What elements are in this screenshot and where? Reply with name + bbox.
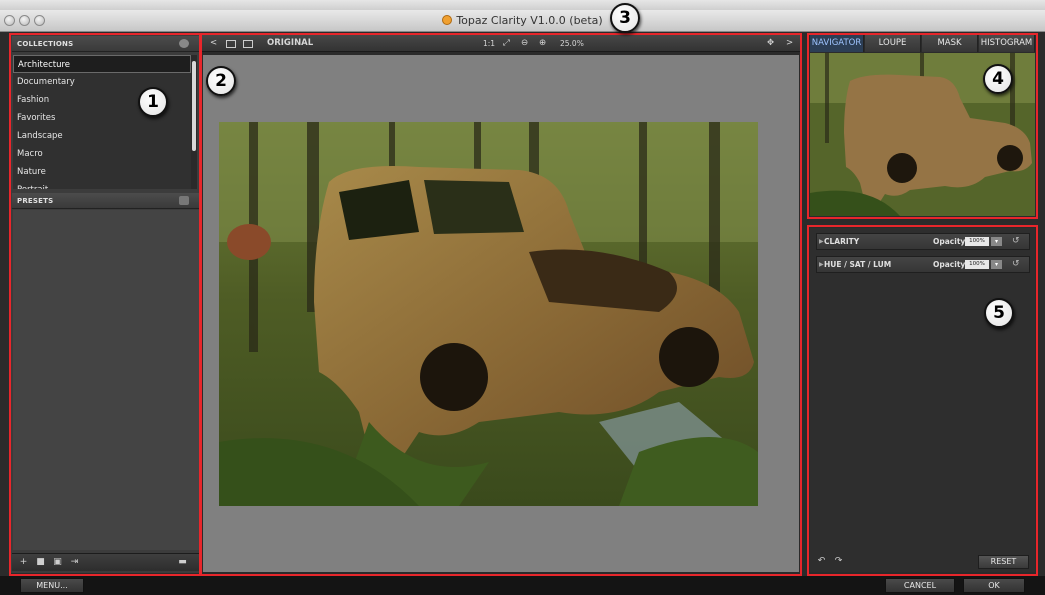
- reset-adjustment-icon[interactable]: ↺: [1012, 234, 1020, 249]
- presets-list: [13, 210, 199, 550]
- single-view-icon[interactable]: [226, 40, 236, 48]
- import-icon[interactable]: ▣: [53, 558, 62, 567]
- fit-screen-icon[interactable]: ⤢: [503, 38, 510, 49]
- opacity-label: Opacity:: [933, 237, 969, 246]
- folder-icon[interactable]: ▬: [178, 558, 187, 567]
- adjustment-label: CLARITY: [824, 237, 860, 246]
- opacity-input[interactable]: 100%: [965, 237, 989, 246]
- collection-item[interactable]: Architecture: [13, 55, 191, 73]
- expand-arrow-icon[interactable]: ▶: [819, 257, 824, 272]
- collection-item[interactable]: Nature: [13, 163, 191, 181]
- footer-bar: MENU... CANCEL OK: [0, 576, 1045, 595]
- system-menubar: [0, 0, 1045, 10]
- forward-icon[interactable]: >: [786, 38, 793, 49]
- presets-header: PRESETS: [12, 193, 199, 209]
- expand-arrow-icon[interactable]: ▶: [819, 234, 824, 249]
- collection-item[interactable]: Documentary: [13, 73, 191, 91]
- zoom-in-icon[interactable]: ⊕: [539, 38, 546, 49]
- preview-image[interactable]: [219, 122, 758, 506]
- view-toolbar: < ORIGINAL 1:1 ⤢ ⊖ ⊕ 25.0% ✥ >: [201, 35, 800, 52]
- export-icon[interactable]: ⇥: [70, 558, 79, 567]
- reset-adjustment-icon[interactable]: ↺: [1012, 257, 1020, 272]
- collections-header: COLLECTIONS: [12, 36, 199, 52]
- reset-button[interactable]: RESET: [978, 555, 1029, 569]
- collections-list: Architecture Documentary Fashion Favorites L…: [13, 55, 191, 189]
- tab-histogram[interactable]: HISTOGRAM: [979, 35, 1035, 52]
- collection-item[interactable]: Portrait: [13, 181, 191, 189]
- undo-icon[interactable]: ↶: [817, 557, 826, 566]
- ok-button[interactable]: OK: [963, 578, 1025, 593]
- navigator-tabs: NAVIGATOR LOUPE MASK HISTOGRAM: [810, 35, 1035, 52]
- original-toggle[interactable]: ORIGINAL: [267, 38, 313, 49]
- callout-4: 4: [983, 64, 1013, 94]
- car-photo-graphic: [219, 122, 758, 506]
- collections-scrollbar[interactable]: [191, 55, 197, 189]
- window-title: Topaz Clarity V1.0.0 (beta): [0, 14, 1045, 27]
- topaz-logo-icon: [442, 15, 453, 25]
- back-icon[interactable]: <: [210, 38, 217, 49]
- zoom-out-icon[interactable]: ⊖: [521, 38, 528, 49]
- trash-icon[interactable]: ■: [36, 558, 45, 567]
- menu-button[interactable]: MENU...: [20, 578, 84, 593]
- scrollbar-thumb[interactable]: [192, 61, 196, 151]
- adjustment-row[interactable]: ▶ HUE / SAT / LUM Opacity: 100% ▾ ↺: [816, 256, 1030, 273]
- callout-1: 1: [138, 87, 168, 117]
- opacity-dropdown-icon[interactable]: ▾: [991, 237, 1002, 246]
- tab-navigator[interactable]: NAVIGATOR: [810, 35, 864, 52]
- collection-item[interactable]: Macro: [13, 145, 191, 163]
- split-view-icon[interactable]: [243, 40, 253, 48]
- tab-mask[interactable]: MASK: [922, 35, 978, 52]
- pan-icon[interactable]: ✥: [767, 38, 774, 49]
- collection-item[interactable]: Landscape: [13, 127, 191, 145]
- opacity-input[interactable]: 100%: [965, 260, 989, 269]
- adjustment-row[interactable]: ▶ CLARITY Opacity: 100% ▾ ↺: [816, 233, 1030, 250]
- zoom-level[interactable]: 25.0%: [560, 38, 584, 49]
- presets-menu-icon[interactable]: [179, 196, 189, 205]
- tab-loupe[interactable]: LOUPE: [865, 35, 921, 52]
- opacity-label: Opacity:: [933, 260, 969, 269]
- opacity-dropdown-icon[interactable]: ▾: [991, 260, 1002, 269]
- collections-settings-icon[interactable]: [179, 39, 189, 48]
- add-icon[interactable]: +: [19, 558, 28, 567]
- adjustments-panel: [810, 228, 1035, 572]
- callout-2: 2: [206, 66, 236, 96]
- cancel-button[interactable]: CANCEL: [885, 578, 955, 593]
- redo-icon[interactable]: ↷: [834, 557, 843, 566]
- window-titlebar: Topaz Clarity V1.0.0 (beta): [0, 10, 1045, 32]
- collections-toolbar: + ■ ▣ ⇥ ▬: [12, 553, 199, 571]
- callout-3: 3: [610, 3, 640, 33]
- zoom-1to1-button[interactable]: 1:1: [483, 38, 495, 49]
- adjustment-label: HUE / SAT / LUM: [824, 260, 892, 269]
- callout-5: 5: [984, 298, 1014, 328]
